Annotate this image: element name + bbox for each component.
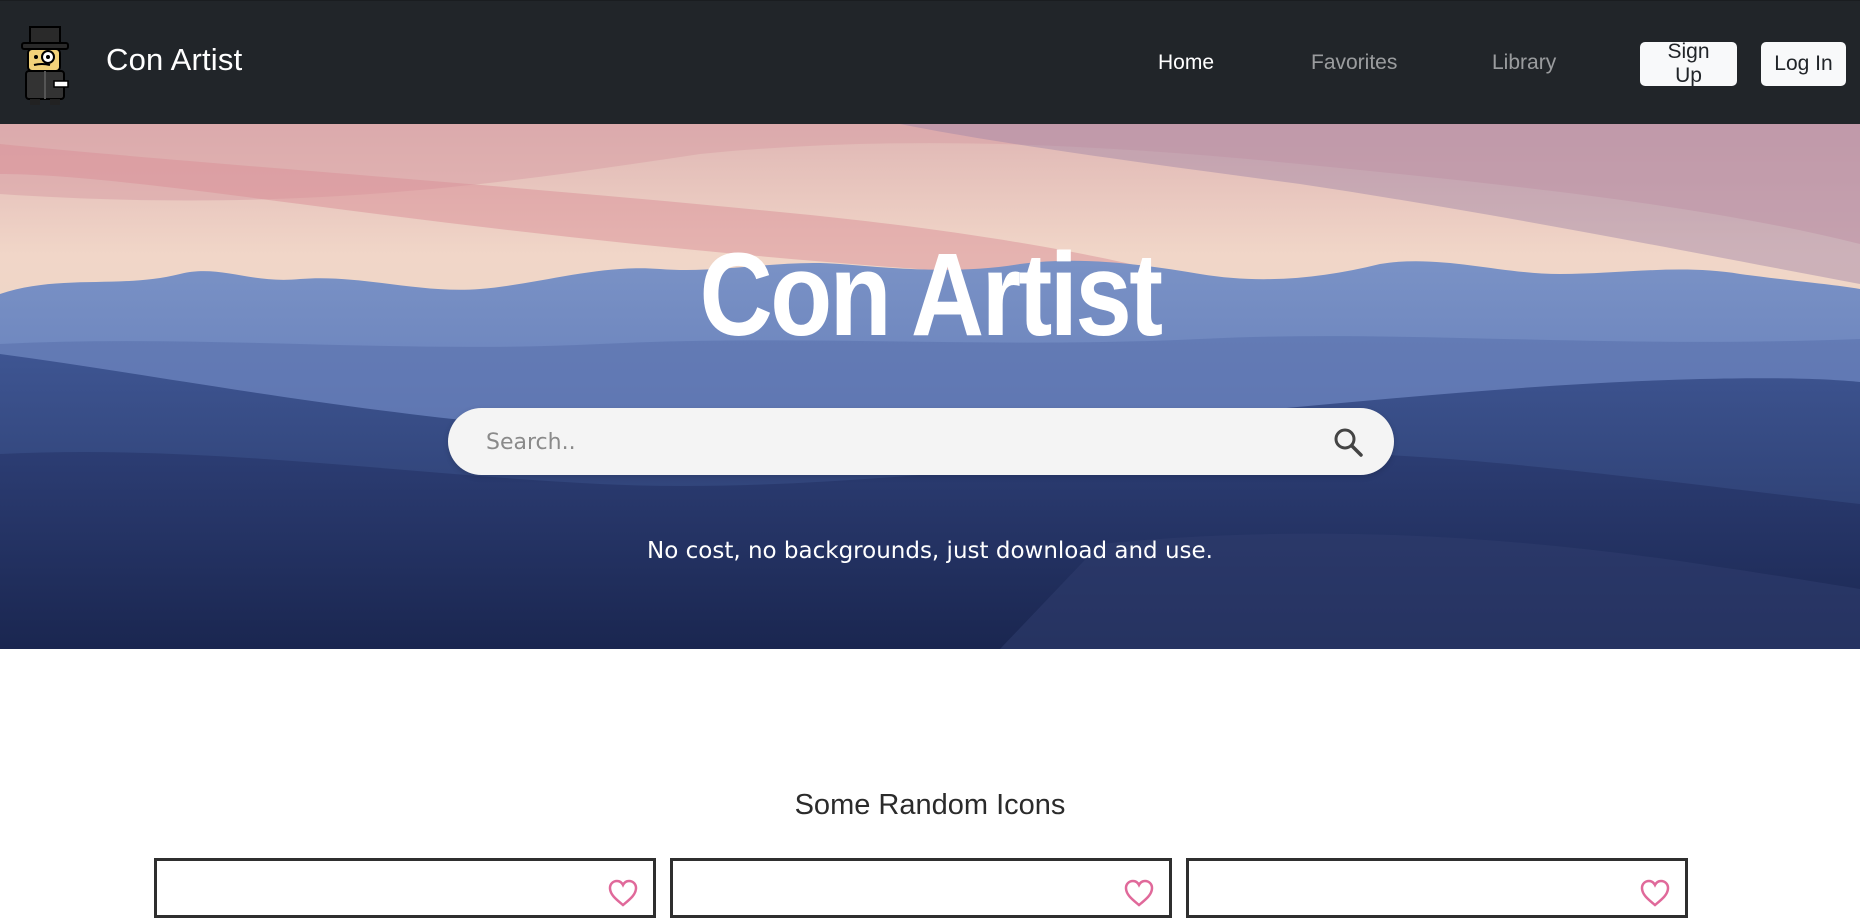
- gentleman-logo-icon[interactable]: [14, 23, 78, 107]
- nav-link-favorites[interactable]: Favorites: [1311, 51, 1397, 75]
- hero-banner: Con Artist No cost, no backgrounds, just…: [0, 124, 1860, 649]
- sign-up-button[interactable]: Sign Up: [1640, 40, 1737, 87]
- log-in-button[interactable]: Log In: [1761, 42, 1846, 86]
- icon-card[interactable]: [1186, 858, 1688, 918]
- search-bar: [448, 408, 1394, 477]
- nav-link-library[interactable]: Library: [1492, 51, 1556, 75]
- navbar: Con Artist Home Favorites Library Sign U…: [0, 0, 1860, 124]
- heart-outline-icon[interactable]: [607, 879, 639, 907]
- desert-sunset-background: [0, 124, 1860, 649]
- search-input[interactable]: [484, 408, 1308, 477]
- nav-link-home[interactable]: Home: [1158, 51, 1214, 75]
- section-title: Some Random Icons: [794, 789, 1066, 821]
- icon-card[interactable]: [670, 858, 1172, 918]
- icon-card[interactable]: [154, 858, 656, 918]
- heart-outline-icon[interactable]: [1639, 879, 1671, 907]
- search-icon[interactable]: [1332, 426, 1364, 458]
- brand-name[interactable]: Con Artist: [106, 42, 242, 78]
- heart-outline-icon[interactable]: [1123, 879, 1155, 907]
- hero-tagline: No cost, no backgrounds, just download a…: [647, 538, 1213, 564]
- hero-title: Con Artist: [699, 229, 1163, 361]
